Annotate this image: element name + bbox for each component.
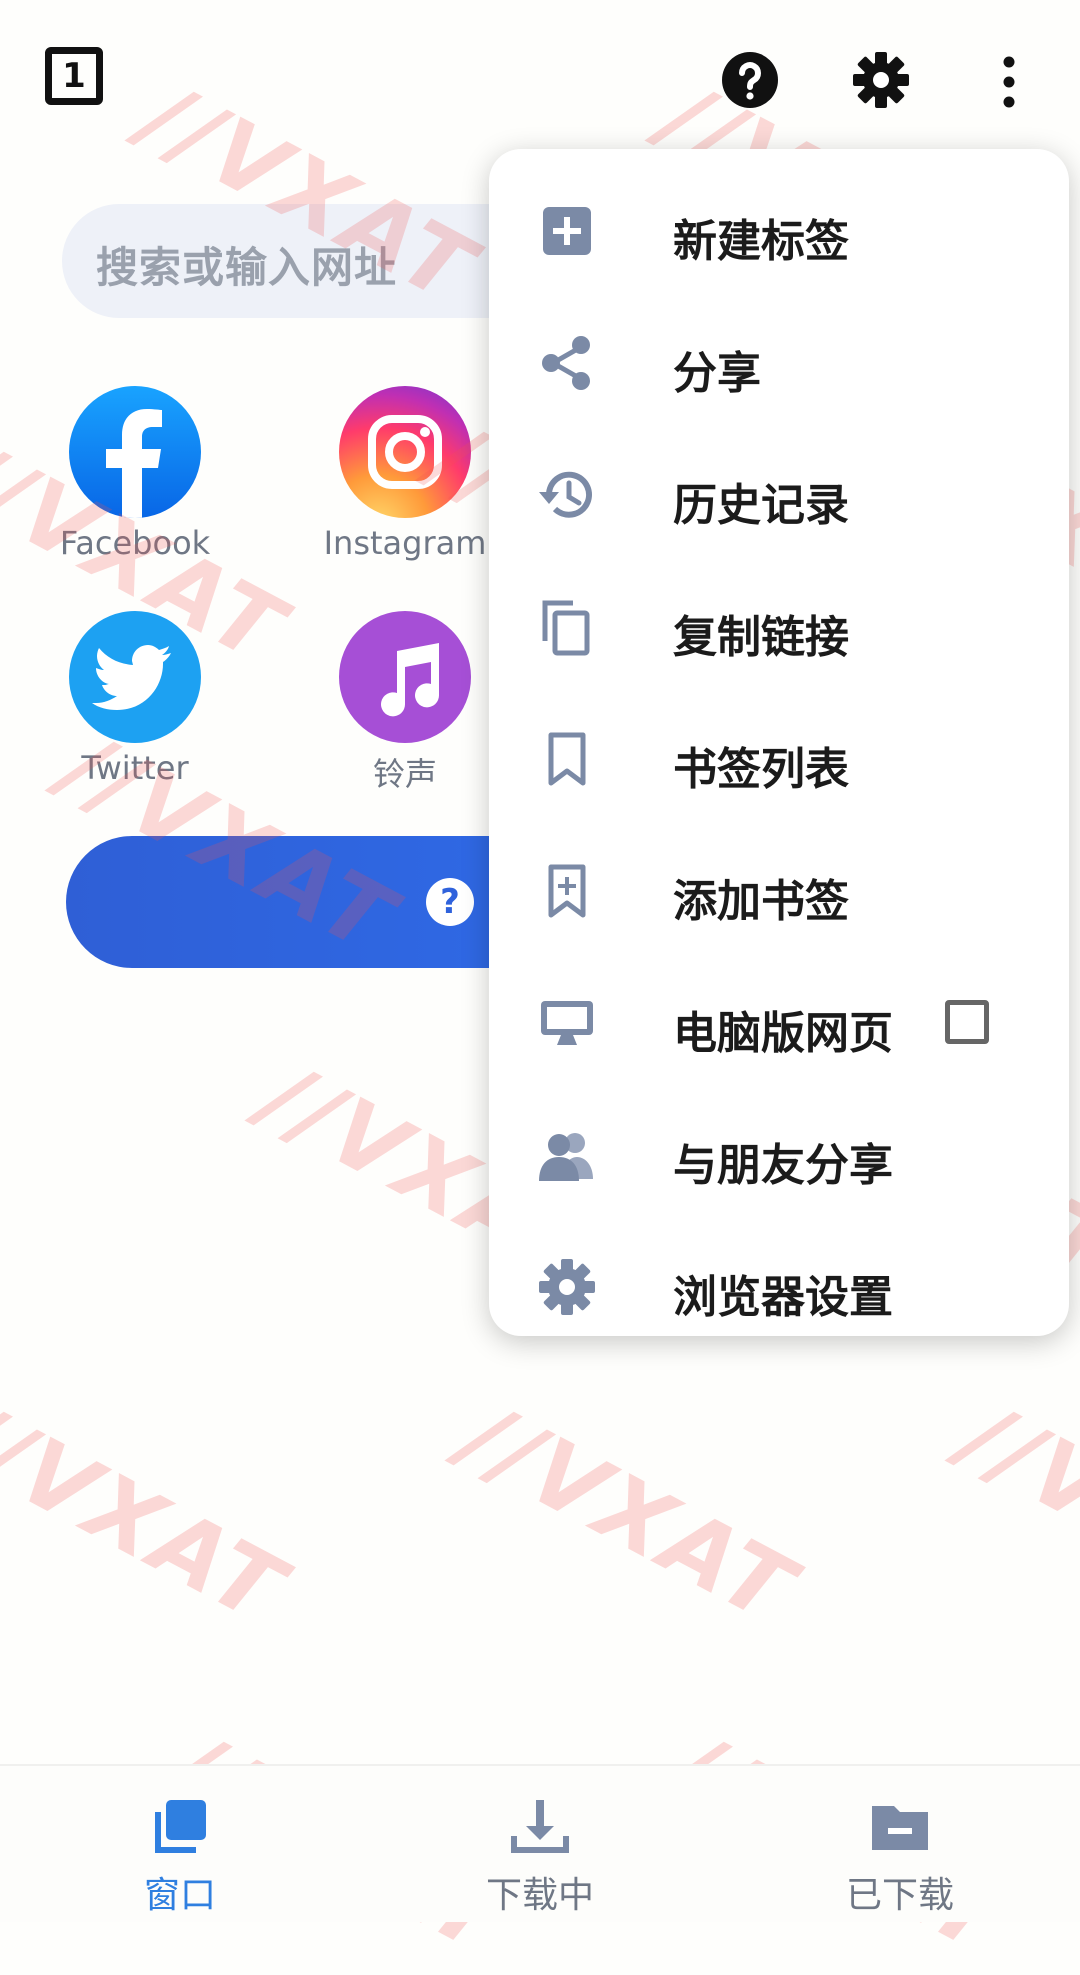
menu-item-desktop-site[interactable]: 电脑版网页 xyxy=(489,957,1069,1089)
shortcut-label: Instagram xyxy=(323,524,487,562)
copy-icon xyxy=(542,600,590,656)
watermark: //VXAT xyxy=(945,1382,1080,1645)
menu-item-share-with-friends[interactable]: 与朋友分享 xyxy=(489,1089,1069,1221)
menu-item-add-bookmark[interactable]: 添加书签 xyxy=(489,825,1069,957)
watermark: //VXAT xyxy=(445,1382,813,1645)
nav-label: 下载中 xyxy=(485,1875,594,1916)
more-vert-icon[interactable] xyxy=(979,50,1039,110)
twitter-icon xyxy=(69,611,201,743)
search-placeholder: 搜索或输入网址 xyxy=(96,243,398,292)
people-icon xyxy=(539,1133,593,1181)
music-note-icon xyxy=(339,611,471,743)
desktop-icon xyxy=(541,1001,593,1045)
menu-item-share[interactable]: 分享 xyxy=(489,297,1069,429)
download-icon xyxy=(511,1800,569,1853)
help-icon[interactable]: ? xyxy=(426,878,474,926)
menu-item-copy-link[interactable]: 复制链接 xyxy=(489,561,1069,693)
bookmark-icon xyxy=(548,732,586,786)
plus-square-icon xyxy=(543,207,591,255)
bookmark-add-icon xyxy=(548,864,586,918)
bottom-nav: 窗口 下载中 已下载 xyxy=(0,1764,1080,1922)
menu-item-bookmark-list[interactable]: 书签列表 xyxy=(489,693,1069,825)
menu-item-browser-settings[interactable]: 浏览器设置 xyxy=(489,1221,1069,1353)
shortcut-label: Facebook xyxy=(59,524,211,562)
menu-item-label: 复制链接 xyxy=(673,612,849,663)
menu-item-history[interactable]: 历史记录 xyxy=(489,429,1069,561)
facebook-icon xyxy=(69,386,201,518)
menu-item-label: 电脑版网页 xyxy=(673,1008,893,1059)
nav-label: 窗口 xyxy=(143,1875,216,1916)
shortcut-label: Twitter xyxy=(81,749,189,787)
folder-icon xyxy=(872,1806,928,1850)
menu-item-label: 添加书签 xyxy=(673,876,849,927)
menu-item-label: 与朋友分享 xyxy=(673,1140,893,1191)
watermark: //VXAT xyxy=(0,1382,303,1645)
nav-item-downloading[interactable]: 下载中 xyxy=(430,1796,650,1918)
overflow-menu: 新建标签 分享 历史记录 复制链接 书签列表 添加书签 电脑版网页 与朋友分享 xyxy=(489,149,1069,1336)
help-icon[interactable] xyxy=(720,50,780,110)
share-icon xyxy=(542,336,590,390)
menu-item-label: 新建标签 xyxy=(673,216,849,267)
shortcut-instagram[interactable]: Instagram xyxy=(295,386,515,562)
shortcut-twitter[interactable]: Twitter xyxy=(25,611,245,787)
nav-item-windows[interactable]: 窗口 xyxy=(70,1796,290,1918)
tab-count-button[interactable]: 1 xyxy=(45,47,103,105)
nav-item-downloaded[interactable]: 已下载 xyxy=(790,1796,1010,1918)
history-icon xyxy=(539,471,592,518)
shortcut-label: 铃声 xyxy=(372,755,437,793)
menu-item-label: 书签列表 xyxy=(673,744,849,795)
instagram-icon xyxy=(339,386,471,518)
menu-item-label: 浏览器设置 xyxy=(673,1272,893,1323)
shortcut-ringtone[interactable]: 铃声 xyxy=(295,611,515,795)
tab-count: 1 xyxy=(62,56,86,96)
menu-item-label: 分享 xyxy=(673,348,761,399)
menu-item-new-tab[interactable]: 新建标签 xyxy=(489,165,1069,297)
shortcut-facebook[interactable]: Facebook xyxy=(25,386,245,562)
nav-label: 已下载 xyxy=(845,1875,954,1916)
gear-icon[interactable] xyxy=(851,50,911,110)
windows-icon xyxy=(155,1800,206,1853)
menu-item-label: 历史记录 xyxy=(673,480,849,531)
gear-icon xyxy=(539,1259,595,1315)
desktop-site-checkbox[interactable] xyxy=(945,1000,989,1044)
